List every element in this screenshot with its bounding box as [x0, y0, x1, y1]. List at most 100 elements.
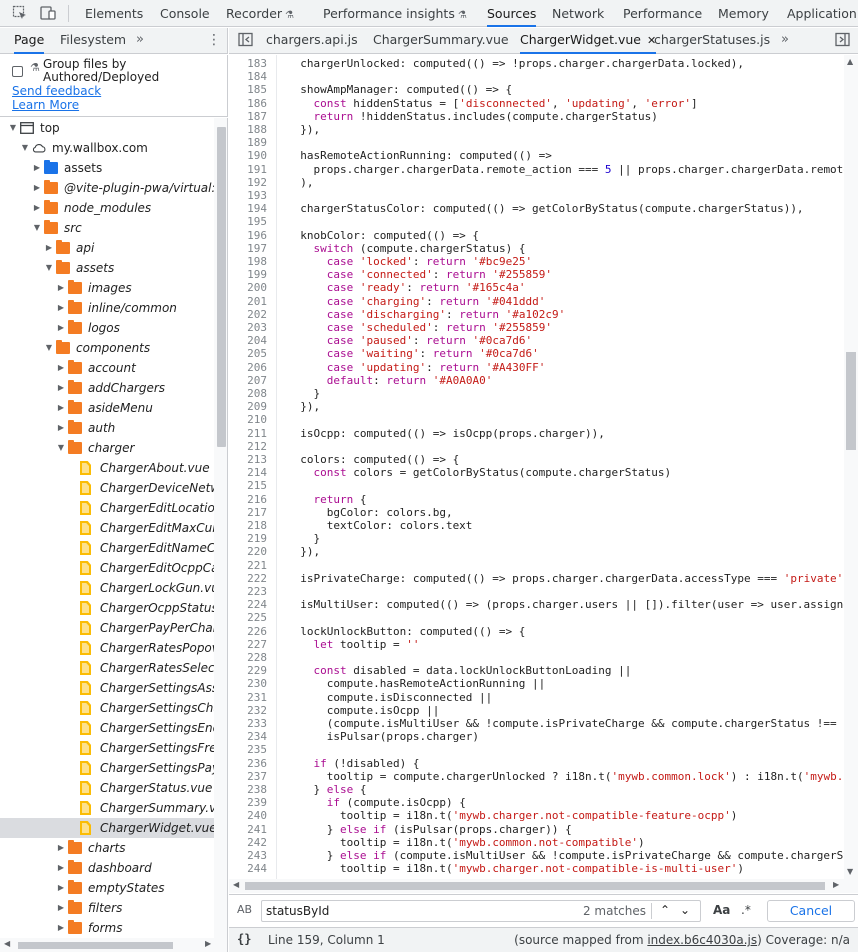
folder-tree-item[interactable]: ▶ emptyStates [0, 878, 214, 898]
code-line[interactable]: 196 knobColor: computed(() => { [229, 229, 844, 242]
code-line[interactable]: 241 } else if (isPulsar(props.charger)) … [229, 823, 844, 836]
code-line[interactable]: 228 [229, 651, 844, 664]
code-line[interactable]: 244 tooltip = i18n.t('mywb.charger.not-c… [229, 862, 844, 875]
code-line[interactable]: 234 isPulsar(props.charger) [229, 730, 844, 743]
line-number[interactable]: 242 [229, 836, 267, 849]
tab-sources[interactable]: Sources [487, 0, 537, 27]
group-files-checkbox[interactable] [12, 66, 23, 77]
file-tree-item[interactable]: ChargerEditLocationCoordinates.vue [0, 498, 214, 518]
code-line[interactable]: 231 compute.isDisconnected || [229, 691, 844, 704]
line-number[interactable]: 239 [229, 796, 267, 809]
line-number[interactable]: 225 [229, 611, 267, 624]
code-line[interactable]: 232 compute.isOcpp || [229, 704, 844, 717]
line-number[interactable]: 198 [229, 255, 267, 268]
tab-filesystem[interactable]: Filesystem [60, 28, 126, 54]
expand-arrow-right-icon[interactable]: ▶ [56, 278, 66, 298]
file-tree-item[interactable]: ChargerEditNameCard.vue [0, 538, 214, 558]
scrollbar-thumb[interactable] [18, 942, 173, 949]
line-number[interactable]: 216 [229, 493, 267, 506]
code-line[interactable]: 236 if (!disabled) { [229, 757, 844, 770]
folder-tree-item[interactable]: ▶ asideMenu [0, 398, 214, 418]
file-tree-item[interactable]: ChargerSettingsAssignUsers.vue [0, 678, 214, 698]
chevron-up-icon[interactable]: ⌃ [660, 903, 670, 917]
code-line[interactable]: 188 }), [229, 123, 844, 136]
code-line[interactable]: 207 default: return '#A0A0A0' [229, 374, 844, 387]
code-line[interactable]: 199 case 'connected': return '#255859' [229, 268, 844, 281]
folder-tree-item[interactable]: ▼ my.wallbox.com [0, 138, 214, 158]
chevron-down-icon[interactable]: ⌄ [680, 903, 690, 917]
code-line[interactable]: 184 [229, 70, 844, 83]
code-line[interactable]: 205 case 'waiting': return '#0ca7d6' [229, 347, 844, 360]
code-line[interactable]: 226 lockUnlockButton: computed(() => { [229, 625, 844, 638]
scrollbar-thumb[interactable] [846, 352, 856, 450]
line-number[interactable]: 224 [229, 598, 267, 611]
line-number[interactable]: 227 [229, 638, 267, 651]
expand-arrow-right-icon[interactable]: ▶ [56, 318, 66, 338]
file-tree-item[interactable]: ChargerEditOcppCard.vue [0, 558, 214, 578]
code-line[interactable]: 189 [229, 136, 844, 149]
code-line[interactable]: 210 [229, 413, 844, 426]
file-tree-item[interactable]: ChargerSettingsCharging.vue [0, 698, 214, 718]
replace-toggle-icon[interactable]: AB [237, 903, 252, 916]
file-tree-item[interactable]: ChargerSettingsPayments.vue [0, 758, 214, 778]
code-line[interactable]: 193 [229, 189, 844, 202]
pretty-print-icon[interactable]: {} [237, 932, 251, 946]
code-line[interactable]: 215 [229, 479, 844, 492]
code-line[interactable]: 211 isOcpp: computed(() => isOcpp(props.… [229, 427, 844, 440]
code-line[interactable]: 230 compute.hasRemoteActionRunning || [229, 677, 844, 690]
line-number[interactable]: 187 [229, 110, 267, 123]
line-number[interactable]: 193 [229, 189, 267, 202]
send-feedback-link[interactable]: Send feedback [12, 84, 101, 98]
scroll-left-icon[interactable]: ◀ [4, 939, 10, 948]
line-number[interactable]: 190 [229, 149, 267, 162]
file-tree-item[interactable]: ChargerLockGun.vue [0, 578, 214, 598]
line-number[interactable]: 234 [229, 730, 267, 743]
regex-button[interactable]: .* [741, 903, 751, 917]
code-line[interactable]: 197 switch (compute.chargerStatus) { [229, 242, 844, 255]
code-line[interactable]: 209 }), [229, 400, 844, 413]
line-number[interactable]: 232 [229, 704, 267, 717]
line-number[interactable]: 199 [229, 268, 267, 281]
code-line[interactable]: 206 case 'updating': return '#A430FF' [229, 361, 844, 374]
expand-arrow-right-icon[interactable]: ▶ [32, 198, 42, 218]
line-number[interactable]: 203 [229, 321, 267, 334]
line-number[interactable]: 185 [229, 83, 267, 96]
file-tree-item[interactable]: ChargerStatus.vue [0, 778, 214, 798]
folder-tree-item[interactable]: ▶ charts [0, 838, 214, 858]
line-number[interactable]: 202 [229, 308, 267, 321]
line-number[interactable]: 206 [229, 361, 267, 374]
line-number[interactable]: 210 [229, 413, 267, 426]
code-line[interactable]: 217 bgColor: colors.bg, [229, 506, 844, 519]
device-toolbar-icon[interactable] [40, 5, 56, 21]
line-number[interactable]: 229 [229, 664, 267, 677]
line-number[interactable]: 215 [229, 479, 267, 492]
line-number[interactable]: 204 [229, 334, 267, 347]
line-number[interactable]: 240 [229, 809, 267, 822]
code-line[interactable]: 239 if (compute.isOcpp) { [229, 796, 844, 809]
folder-tree-item[interactable]: ▶ filters [0, 898, 214, 918]
expand-arrow-right-icon[interactable]: ▶ [56, 398, 66, 418]
code-editor[interactable]: 183 chargerUnlocked: computed(() => !pro… [229, 55, 844, 879]
folder-tree-item[interactable]: ▼ top [0, 118, 214, 138]
line-number[interactable]: 218 [229, 519, 267, 532]
code-line[interactable]: 202 case 'discharging': return '#a102c9' [229, 308, 844, 321]
code-line[interactable]: 242 tooltip = i18n.t('mywb.common.not-co… [229, 836, 844, 849]
code-line[interactable]: 222 isPrivateCharge: computed(() => prop… [229, 572, 844, 585]
file-tree-item[interactable]: ChargerSettingsEnergy.vue [0, 718, 214, 738]
editor-tab[interactable]: ChargerSummary.vue [373, 28, 509, 54]
line-number[interactable]: 236 [229, 757, 267, 770]
cancel-button[interactable]: Cancel [767, 900, 855, 922]
code-line[interactable]: 240 tooltip = i18n.t('mywb.charger.not-c… [229, 809, 844, 822]
code-line[interactable]: 235 [229, 743, 844, 756]
scrollbar-thumb[interactable] [217, 127, 226, 447]
file-tree-item[interactable]: ChargerOcppStatusBadge.vue [0, 598, 214, 618]
folder-tree-item[interactable]: ▶ logos [0, 318, 214, 338]
line-number[interactable]: 195 [229, 215, 267, 228]
code-line[interactable]: 237 tooltip = compute.chargerUnlocked ? … [229, 770, 844, 783]
tab-page[interactable]: Page [14, 28, 45, 54]
code-line[interactable]: 212 [229, 440, 844, 453]
line-number[interactable]: 197 [229, 242, 267, 255]
code-line[interactable]: 200 case 'ready': return '#165c4a' [229, 281, 844, 294]
editor-tab[interactable]: chargers.api.js [266, 28, 358, 54]
code-line[interactable]: 185 showAmpManager: computed(() => { [229, 83, 844, 96]
